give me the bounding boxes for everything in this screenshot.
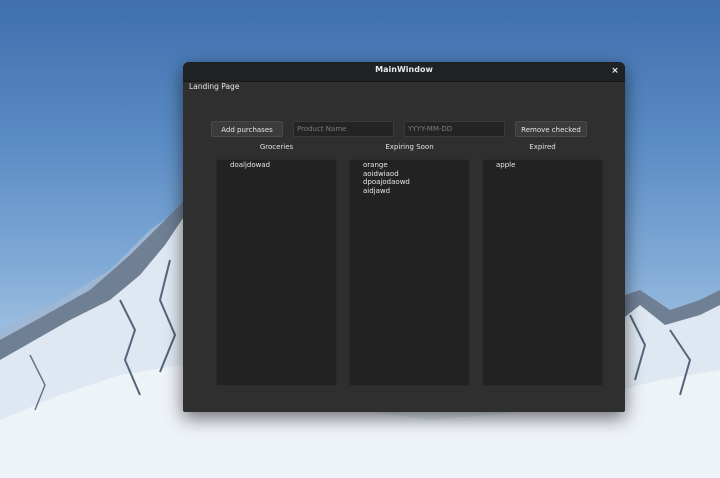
list-item[interactable]: orange bbox=[350, 161, 469, 170]
main-window: MainWindow × Landing Page Add purchases … bbox=[183, 62, 625, 412]
add-purchases-button[interactable]: Add purchases bbox=[211, 121, 283, 137]
list-item[interactable]: aoidwiaod bbox=[350, 170, 469, 179]
groceries-list[interactable]: doaljdowad bbox=[216, 159, 337, 386]
list-item[interactable]: dpoajodaowd bbox=[350, 178, 469, 187]
close-icon[interactable]: × bbox=[609, 65, 621, 77]
desktop-background: MainWindow × Landing Page Add purchases … bbox=[0, 0, 720, 478]
expiring-soon-list[interactable]: orange aoidwiaod dpoajodaowd aidjawd bbox=[349, 159, 470, 386]
groceries-header: Groceries bbox=[259, 143, 294, 151]
expired-header: Expired bbox=[529, 143, 556, 151]
list-item[interactable]: aidjawd bbox=[350, 187, 469, 196]
product-name-input[interactable]: Product Name bbox=[293, 121, 394, 137]
list-item[interactable]: doaljdowad bbox=[217, 161, 336, 170]
expiring-soon-header: Expiring Soon bbox=[385, 143, 434, 151]
page-title: Landing Page bbox=[189, 82, 240, 91]
window-titlebar[interactable]: MainWindow × bbox=[183, 62, 625, 82]
window-title: MainWindow bbox=[375, 65, 433, 74]
date-input[interactable]: YYYY-MM-DD bbox=[404, 121, 505, 137]
expired-list[interactable]: apple bbox=[482, 159, 603, 386]
remove-checked-button[interactable]: Remove checked bbox=[515, 121, 587, 137]
list-item[interactable]: apple bbox=[483, 161, 602, 170]
